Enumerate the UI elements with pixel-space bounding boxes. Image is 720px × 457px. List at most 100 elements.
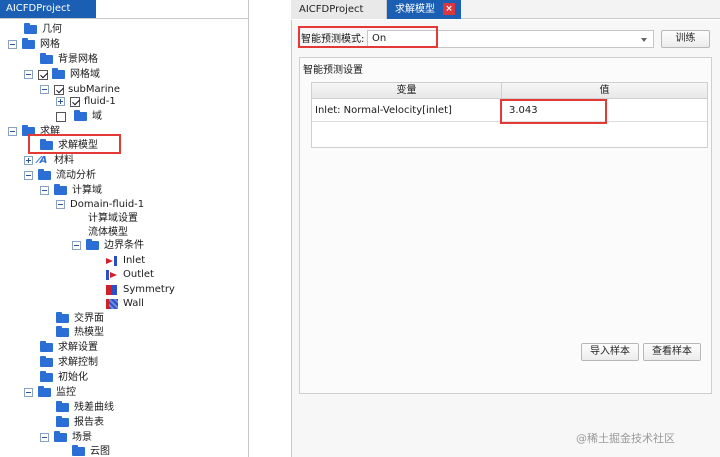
- column-header-value[interactable]: 值: [502, 83, 707, 99]
- tree-item-label: 网格: [40, 39, 60, 50]
- tree-item-domain-fluid-1[interactable]: Domain-fluid-1: [56, 197, 144, 212]
- tree-item-label: fluid-1: [84, 96, 116, 107]
- tree-item-label: 流动分析: [56, 170, 96, 181]
- folder-icon: [72, 445, 85, 456]
- solver-model-panel: AICFDProject 求解模型 × 智能预测模式: On 训练 智能预测设置…: [291, 0, 720, 457]
- tree-item-label: 残差曲线: [74, 402, 114, 413]
- tree-item-initialization[interactable]: 初始化: [40, 370, 88, 385]
- folder-icon: [40, 53, 53, 64]
- tree-item-boundary-conditions[interactable]: 边界条件: [72, 238, 144, 253]
- outlet-icon: [106, 269, 118, 280]
- tree-item-wall[interactable]: Wall: [106, 296, 144, 311]
- tree-item-fluid-1[interactable]: fluid-1: [56, 94, 116, 109]
- tree-item-label: 材料: [54, 155, 74, 166]
- collapse-toggle-icon[interactable]: [8, 40, 17, 49]
- tree-item-compute-domain[interactable]: 计算域: [40, 183, 102, 198]
- collapse-toggle-icon[interactable]: [40, 433, 49, 442]
- checkbox-checked[interactable]: [70, 96, 80, 107]
- project-tree-panel: AICFDProject 几何 网格 背景网格 网格域 subMarine fl…: [0, 0, 249, 457]
- expand-toggle-icon[interactable]: [24, 156, 33, 165]
- folder-icon: [38, 386, 51, 397]
- tree-item-residual-curve[interactable]: 残差曲线: [56, 400, 114, 415]
- group-title: 智能预测设置: [303, 65, 363, 76]
- collapse-toggle-icon[interactable]: [72, 241, 81, 250]
- tree-item-geometry[interactable]: 几何: [24, 22, 62, 37]
- tree-item-label: Wall: [123, 298, 144, 309]
- folder-icon: [40, 356, 53, 367]
- folder-icon: [52, 68, 65, 79]
- train-button[interactable]: 训练: [661, 30, 710, 48]
- tree-item-label: 云图: [90, 446, 110, 457]
- tree-item-label: 计算域: [72, 185, 102, 196]
- folder-icon: [40, 341, 53, 352]
- collapse-toggle-icon[interactable]: [40, 186, 49, 195]
- tree-item-compute-domain-settings[interactable]: 计算域设置: [88, 211, 138, 226]
- tree-item-inlet[interactable]: Inlet: [106, 253, 145, 268]
- checkbox-checked[interactable]: [38, 69, 48, 80]
- folder-icon: [86, 239, 99, 250]
- collapse-toggle-icon[interactable]: [24, 388, 33, 397]
- editor-tabbar: AICFDProject 求解模型 ×: [291, 0, 720, 19]
- materials-icon: ⁄A: [38, 155, 48, 166]
- tree-item-label: 域: [92, 111, 102, 122]
- tree-item-mesh-domain[interactable]: 网格域: [24, 67, 100, 82]
- tree-item-scene[interactable]: 场景: [40, 430, 92, 445]
- tab-aicfdproject[interactable]: AICFDProject: [0, 0, 96, 18]
- tree-item-label: 背景网格: [58, 54, 98, 65]
- checkbox-checked[interactable]: [54, 84, 64, 95]
- tree-item-flow-analysis[interactable]: 流动分析: [24, 168, 96, 183]
- folder-icon: [24, 23, 37, 34]
- tree-item-background-mesh[interactable]: 背景网格: [40, 52, 98, 67]
- tree-item-label: 交界面: [74, 313, 104, 324]
- tree-item-outlet[interactable]: Outlet: [106, 267, 154, 282]
- tree-item-monitor[interactable]: 监控: [24, 385, 76, 400]
- folder-icon: [38, 169, 51, 180]
- tree-item-contour[interactable]: 云图: [72, 444, 110, 457]
- tree-item-label: 求解设置: [58, 342, 98, 353]
- tree-item-label: 初始化: [58, 372, 88, 383]
- collapse-toggle-icon[interactable]: [8, 127, 17, 136]
- tree-item-label: Symmetry: [123, 284, 175, 295]
- tree-item-label: 求解控制: [58, 357, 98, 368]
- collapse-toggle-icon[interactable]: [40, 85, 49, 94]
- folder-icon: [56, 312, 69, 323]
- highlight-value-cell: [500, 99, 607, 124]
- tree-item-label: Domain-fluid-1: [70, 199, 145, 210]
- tree-item-symmetry[interactable]: Symmetry: [106, 282, 175, 297]
- folder-icon: [74, 110, 87, 121]
- highlight-mode-field: [298, 26, 438, 48]
- close-tab-icon[interactable]: ×: [443, 3, 455, 15]
- folder-icon: [22, 38, 35, 49]
- watermark: @稀土掘金技术社区: [576, 432, 675, 445]
- collapse-toggle-icon[interactable]: [24, 171, 33, 180]
- import-samples-button[interactable]: 导入样本: [581, 343, 639, 361]
- tree-item-label: 场景: [72, 432, 92, 443]
- checkbox-unchecked[interactable]: [56, 111, 66, 122]
- collapse-toggle-icon[interactable]: [56, 200, 65, 209]
- tree-item-solve-settings[interactable]: 求解设置: [40, 340, 98, 355]
- tree-item-materials[interactable]: ⁄A 材料: [24, 153, 74, 168]
- tree-item-domain[interactable]: 域: [56, 109, 102, 124]
- tree-item-interface[interactable]: 交界面: [56, 311, 104, 326]
- folder-icon: [56, 326, 69, 337]
- column-header-variable[interactable]: 变量: [312, 83, 502, 99]
- highlight-solver-model: [28, 134, 121, 154]
- tree-item-label: 报告表: [74, 417, 104, 428]
- tree-item-mesh[interactable]: 网格: [8, 37, 60, 52]
- tree-item-solve-control[interactable]: 求解控制: [40, 355, 98, 370]
- inlet-icon: [106, 255, 118, 266]
- view-samples-button[interactable]: 查看样本: [643, 343, 701, 361]
- collapse-toggle-icon[interactable]: [24, 70, 33, 79]
- chevron-down-icon: [641, 38, 647, 42]
- tab-aicfdproject[interactable]: AICFDProject: [291, 0, 387, 19]
- tree-item-label: Inlet: [123, 255, 146, 266]
- tree-item-label: 计算域设置: [88, 213, 138, 224]
- expand-toggle-icon[interactable]: [56, 97, 65, 106]
- tree-item-label: 网格域: [70, 69, 100, 80]
- solver-settings-content: 智能预测模式: On 训练 智能预测设置 变量 值 Inlet: Normal-…: [291, 20, 720, 457]
- tree-item-thermal-model[interactable]: 热模型: [56, 325, 104, 340]
- tree-item-label: 热模型: [74, 327, 104, 338]
- tree-item-report-table[interactable]: 报告表: [56, 415, 104, 430]
- tree-item-label: 监控: [56, 387, 76, 398]
- tree-item-label: 几何: [42, 24, 62, 35]
